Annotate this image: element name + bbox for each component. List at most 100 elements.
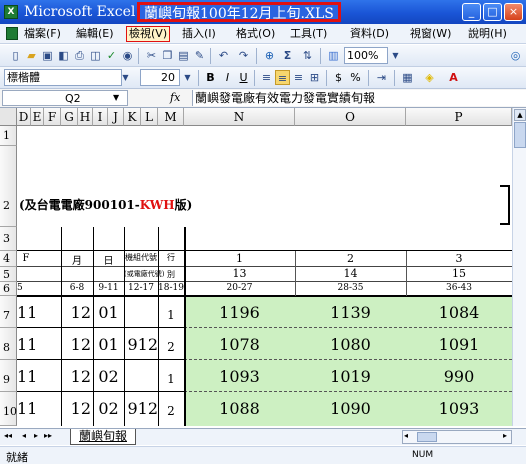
row-header-8[interactable]: 8 (0, 328, 17, 360)
hscroll-thumb[interactable] (417, 432, 437, 442)
fill-color-icon[interactable]: ◈ (422, 70, 437, 85)
cell-p[interactable]: 1093 (406, 399, 512, 418)
select-all-corner[interactable] (0, 108, 17, 126)
menu-view[interactable]: 檢視(V) (126, 26, 171, 42)
row-header-1[interactable]: 1 (0, 126, 17, 146)
row-header-9[interactable]: 9 (0, 360, 17, 392)
cell-p[interactable]: 1084 (406, 303, 512, 322)
increase-indent-icon[interactable]: ⇥ (374, 70, 389, 85)
cell-day[interactable]: 02 (93, 399, 124, 418)
new-file-icon[interactable]: ▯ (8, 48, 23, 63)
column-header-m[interactable]: M (158, 108, 184, 126)
next-sheet-icon[interactable]: ▸ (34, 431, 38, 440)
cell-n[interactable]: 1196 (184, 303, 295, 322)
font-name-select[interactable]: 標楷體 (4, 69, 122, 86)
cell-o[interactable]: 1080 (295, 335, 406, 354)
sheet-tab-active[interactable]: 蘭嶼旬報 (70, 429, 137, 445)
zoom-select[interactable]: 100% (344, 47, 388, 64)
menu-file[interactable]: 檔案(F) (24, 27, 61, 41)
insert-function-icon[interactable]: fx (170, 91, 180, 104)
cell-year[interactable]: 11 (17, 335, 61, 354)
prev-sheet-icon[interactable]: ◂ (22, 431, 26, 440)
copy-icon[interactable]: ❐ (160, 48, 175, 63)
hyperlink-icon[interactable]: ⊕ (262, 48, 277, 63)
spreadsheet-grid[interactable]: D E F G H I J K L M N O P 1 2 3 4 5 6 7 … (0, 108, 512, 426)
cell-o[interactable]: 1090 (295, 399, 406, 418)
column-header-k[interactable]: K (124, 108, 141, 126)
horizontal-scrollbar[interactable]: ◂ ▸ (402, 430, 512, 444)
row-header-6[interactable]: 6 (0, 282, 17, 296)
cell-p[interactable]: 1091 (406, 335, 512, 354)
formula-input[interactable]: 蘭嶼發電廠有效電力發電實績旬報 (192, 90, 526, 106)
italic-button[interactable]: I (220, 70, 235, 85)
column-header-j[interactable]: J (108, 108, 124, 126)
align-center-icon[interactable]: ≡ (275, 70, 290, 85)
cell-year[interactable]: 11 (17, 303, 61, 322)
cell-day[interactable]: 01 (93, 303, 124, 322)
align-right-icon[interactable]: ≡ (291, 70, 306, 85)
first-sheet-icon[interactable]: ◂◂ (4, 431, 12, 440)
row-header-4[interactable]: 4 (0, 251, 17, 267)
menu-edit[interactable]: 編輯(E) (76, 27, 114, 41)
undo-icon[interactable]: ↶ (216, 48, 231, 63)
format-painter-icon[interactable]: ✎ (192, 48, 207, 63)
cell-month[interactable]: 12 (61, 303, 93, 322)
save-icon[interactable]: ▣ (40, 48, 55, 63)
chart-wizard-icon[interactable]: ▥ (326, 48, 341, 63)
cell-month[interactable]: 12 (61, 367, 93, 386)
row-header-5[interactable]: 5 (0, 267, 17, 282)
scroll-thumb[interactable] (514, 122, 526, 148)
font-size-select[interactable]: 20 (140, 69, 180, 86)
cell-month[interactable]: 12 (61, 335, 93, 354)
font-name-dropdown-icon[interactable]: ▼ (118, 70, 133, 85)
close-button[interactable]: × (504, 3, 523, 21)
cell-p[interactable]: 990 (406, 367, 512, 386)
menu-format[interactable]: 格式(O) (236, 27, 275, 41)
column-header-i[interactable]: I (93, 108, 108, 126)
scroll-right-icon[interactable]: ▸ (503, 431, 507, 440)
open-folder-icon[interactable]: ▰ (24, 48, 39, 63)
menu-insert[interactable]: 插入(I) (182, 27, 216, 41)
column-header-d[interactable]: D (17, 108, 31, 126)
last-sheet-icon[interactable]: ▸▸ (44, 431, 52, 440)
spelling-icon[interactable]: ✓ (104, 48, 119, 63)
column-header-n[interactable]: N (184, 108, 295, 126)
merge-center-icon[interactable]: ⊞ (307, 70, 322, 85)
cell-line[interactable]: 2 (158, 404, 184, 418)
cell-o[interactable]: 1139 (295, 303, 406, 322)
sort-ascending-icon[interactable]: ⇅ (300, 48, 315, 63)
cell-year[interactable]: 11 (17, 367, 61, 386)
menu-help[interactable]: 說明(H) (468, 27, 507, 41)
cell-line[interactable]: 1 (158, 308, 184, 322)
menu-data[interactable]: 資料(D) (350, 27, 389, 41)
cell-unit[interactable]: 912 (124, 399, 158, 418)
underline-button[interactable]: U (236, 70, 251, 85)
cell-o[interactable]: 1019 (295, 367, 406, 386)
print-preview-icon[interactable]: ◫ (88, 48, 103, 63)
permission-icon[interactable]: ◧ (56, 48, 71, 63)
maximize-button[interactable]: □ (483, 3, 502, 21)
percent-button[interactable]: % (348, 70, 363, 85)
zoom-dropdown-icon[interactable]: ▼ (388, 48, 403, 63)
research-icon[interactable]: ◉ (120, 48, 135, 63)
borders-icon[interactable]: ▦ (400, 70, 415, 85)
cell-n[interactable]: 1078 (184, 335, 295, 354)
help-icon[interactable]: ◎ (508, 48, 523, 63)
row-header-10[interactable]: 10 (0, 392, 17, 426)
cell-day[interactable]: 02 (93, 367, 124, 386)
currency-button[interactable]: $ (331, 70, 346, 85)
font-color-icon[interactable]: A (446, 70, 461, 85)
vertical-scrollbar[interactable]: ▲ (512, 108, 526, 426)
cell-day[interactable]: 01 (93, 335, 124, 354)
cell-month[interactable]: 12 (61, 399, 93, 418)
column-header-l[interactable]: L (141, 108, 158, 126)
scroll-left-icon[interactable]: ◂ (404, 431, 408, 440)
name-box-dropdown-icon[interactable]: ▼ (113, 93, 119, 102)
menu-window[interactable]: 視窗(W) (410, 27, 451, 41)
excel-icon[interactable]: X (4, 5, 18, 19)
print-icon[interactable]: ⎙ (72, 48, 87, 63)
cell-unit[interactable]: 912 (124, 335, 158, 354)
column-header-p[interactable]: P (406, 108, 512, 126)
row-header-7[interactable]: 7 (0, 296, 17, 328)
name-box[interactable]: Q2 ▼ (2, 90, 128, 106)
